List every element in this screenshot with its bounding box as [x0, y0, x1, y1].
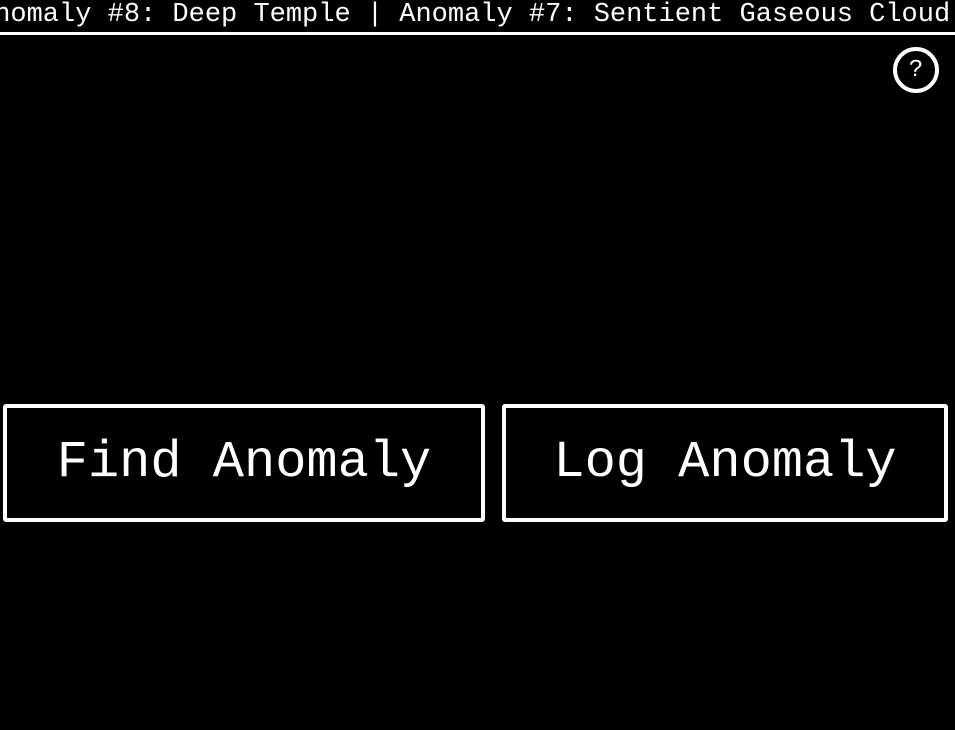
find-anomaly-button[interactable]: Find Anomaly — [3, 404, 485, 522]
find-anomaly-label: Find Anomaly — [56, 433, 432, 492]
game-screen: Anomaly #8: Deep Temple | Anomaly #7: Se… — [0, 0, 955, 730]
anomaly-ticker-text: Anomaly #8: Deep Temple | Anomaly #7: Se… — [0, 0, 951, 30]
help-button[interactable]: ? — [893, 47, 939, 93]
log-anomaly-label: Log Anomaly — [553, 433, 897, 492]
help-icon: ? — [908, 56, 924, 84]
anomaly-ticker: Anomaly #8: Deep Temple | Anomaly #7: Se… — [0, 0, 955, 35]
log-anomaly-button[interactable]: Log Anomaly — [502, 404, 948, 522]
